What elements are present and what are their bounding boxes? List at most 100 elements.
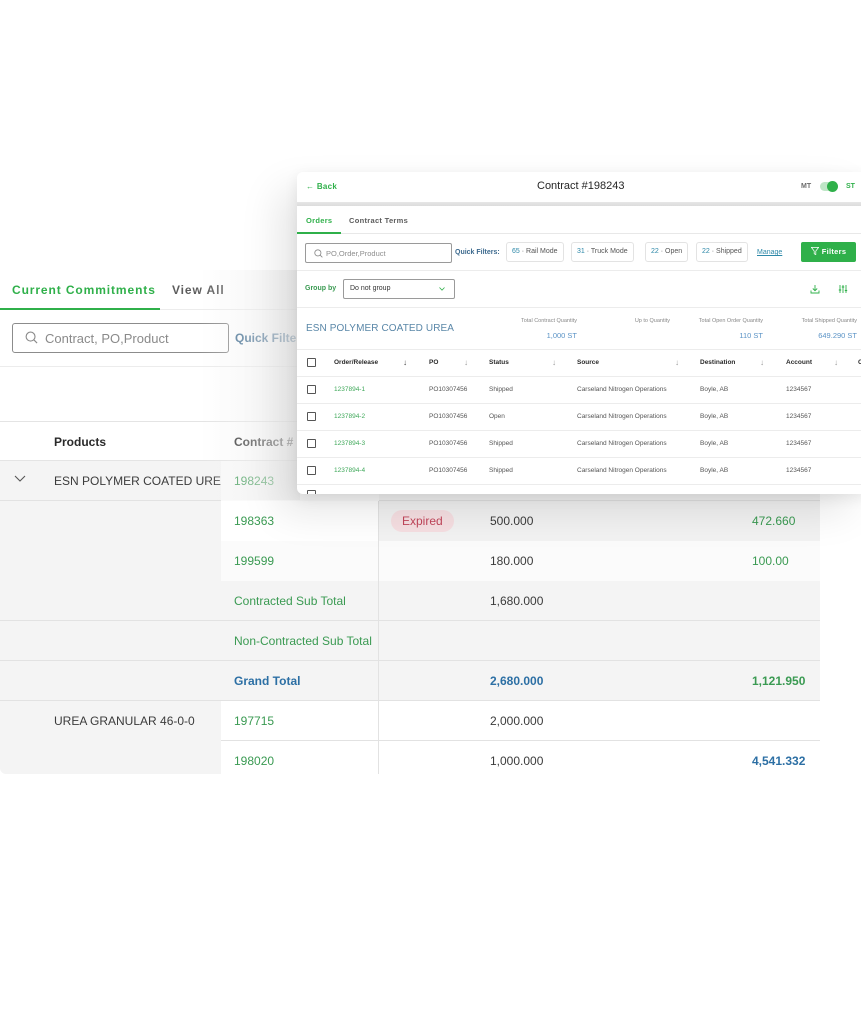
contract-link[interactable]: 198363: [234, 514, 274, 528]
contract-link[interactable]: 198243: [234, 474, 274, 488]
stat-label: Total Contract Quantity: [521, 318, 577, 324]
chevron-down-icon: [439, 287, 445, 291]
status-value: Shipped: [489, 467, 513, 474]
quick-filter-shipped[interactable]: 22 · Shipped: [696, 242, 748, 262]
destination-value: Boyle, AB: [700, 440, 729, 447]
status-badge-expired: Expired: [391, 510, 454, 532]
filters-button[interactable]: Filters: [801, 242, 856, 262]
quick-filter-truck-mode[interactable]: 31 · Truck Mode: [571, 242, 634, 262]
sort-arrow-icon[interactable]: ↓: [552, 358, 556, 367]
grand-total-quantity: 2,680.000: [490, 674, 544, 688]
header-products[interactable]: Products: [54, 435, 106, 449]
group-by-value: Do not group: [350, 285, 391, 292]
grand-total-row: Grand Total 2,680.000 1,121.950: [0, 661, 820, 701]
filter-icon: [810, 247, 820, 256]
source-value: Carseland Nitrogen Operations: [577, 440, 667, 447]
column-header-account[interactable]: Account: [786, 359, 812, 366]
search-icon: [25, 331, 38, 344]
unit-toggle[interactable]: [820, 181, 838, 192]
column-header-order[interactable]: Order/Release: [334, 359, 378, 366]
quantity-value: 500.000: [490, 514, 534, 528]
table-row: 198363 Expired 500.000 472.660: [0, 501, 820, 541]
active-tab-indicator: [297, 232, 341, 234]
order-link[interactable]: 1237894-3: [334, 440, 365, 447]
row-checkbox[interactable]: [307, 385, 316, 394]
tab-view-all[interactable]: View All: [172, 283, 225, 297]
row-checkbox[interactable]: [307, 439, 316, 448]
table-row: UREA GRANULAR 46-0-0 197715 2,000.000: [0, 701, 820, 741]
sort-arrow-icon[interactable]: ↓: [675, 358, 679, 367]
shipped-value: 100.00: [752, 554, 789, 568]
status-value: Open: [489, 413, 505, 420]
contracted-subtotal-label: Contracted Sub Total: [234, 594, 346, 608]
subtotal-row: Non-Contracted Sub Total: [0, 621, 820, 661]
product-name: ESN POLYMER COATED UREA: [306, 323, 455, 334]
product-name: UREA GRANULAR 46-0-0: [54, 714, 195, 728]
divider: [297, 457, 861, 458]
account-value: 1234567: [786, 413, 812, 420]
order-link[interactable]: 1237894-2: [334, 413, 365, 420]
commitments-search[interactable]: [12, 323, 229, 353]
back-button[interactable]: ← Back: [306, 182, 337, 191]
order-link[interactable]: 1237894-1: [334, 386, 365, 393]
po-value: PO10307456: [429, 467, 468, 474]
status-value: Shipped: [489, 386, 513, 393]
status-value: Shipped: [489, 440, 513, 447]
contract-detail-card: ← Back Contract #198243 MT ST Orders Con…: [297, 172, 861, 494]
account-value: 1234567: [786, 467, 812, 474]
order-link[interactable]: 1237894-4: [334, 467, 365, 474]
source-value: Carseland Nitrogen Operations: [577, 413, 667, 420]
destination-value: Boyle, AB: [700, 467, 729, 474]
sort-arrow-icon[interactable]: ↓: [834, 358, 838, 367]
orders-search-input[interactable]: [326, 247, 446, 259]
group-by-select[interactable]: Do not group: [343, 279, 455, 299]
row-checkbox[interactable]: [307, 466, 316, 475]
tab-contract-terms[interactable]: Contract Terms: [349, 216, 408, 225]
source-value: Carseland Nitrogen Operations: [577, 467, 667, 474]
destination-value: Boyle, AB: [700, 413, 729, 420]
row-checkbox[interactable]: [307, 490, 316, 494]
quick-filter-open[interactable]: 22 · Open: [645, 242, 689, 262]
header-contract[interactable]: Contract #: [234, 435, 293, 449]
quick-filter-rail-mode[interactable]: 65 · Rail Mode: [506, 242, 564, 262]
contract-link[interactable]: 198020: [234, 754, 274, 768]
column-header-status[interactable]: Status: [489, 359, 509, 366]
select-all-checkbox[interactable]: [307, 358, 316, 367]
destination-value: Boyle, AB: [700, 386, 729, 393]
orders-search[interactable]: [305, 243, 452, 263]
row-checkbox[interactable]: [307, 412, 316, 421]
contract-link[interactable]: 197715: [234, 714, 274, 728]
table-row: 199599 180.000 100.00: [0, 541, 820, 581]
product-name: ESN POLYMER COATED UREA: [54, 474, 229, 488]
contract-link[interactable]: 199599: [234, 554, 274, 568]
sort-arrow-icon[interactable]: ↓: [464, 358, 468, 367]
tab-orders[interactable]: Orders: [306, 216, 332, 225]
divider: [297, 484, 861, 485]
sort-arrow-icon[interactable]: ↓: [760, 358, 764, 367]
contract-header: ← Back Contract #198243 MT ST: [297, 172, 861, 202]
table-row: 198020 1,000.000 4,541.332: [0, 741, 820, 774]
download-icon[interactable]: [810, 284, 820, 294]
commitments-search-input[interactable]: [45, 328, 225, 348]
column-header-destination[interactable]: Destination: [700, 359, 735, 366]
column-header-source[interactable]: Source: [577, 359, 599, 366]
stat-label: Total Open Order Quantity: [698, 318, 763, 324]
stat-value: 649.290 ST: [818, 331, 857, 340]
po-value: PO10307456: [429, 386, 468, 393]
manage-link[interactable]: Manage: [757, 249, 782, 256]
sort-arrow-icon[interactable]: ↓: [403, 358, 407, 367]
grand-total-shipped: 1,121.950: [752, 674, 806, 688]
tab-current-commitments[interactable]: Current Commitments: [12, 283, 156, 297]
column-settings-icon[interactable]: [838, 284, 848, 294]
quantity-value: 2,000.000: [490, 714, 544, 728]
shipped-value: 472.660: [752, 514, 796, 528]
divider: [297, 349, 861, 350]
po-value: PO10307456: [429, 440, 468, 447]
source-value: Carseland Nitrogen Operations: [577, 386, 667, 393]
subtotal-row: Contracted Sub Total 1,680.000: [0, 581, 820, 621]
po-value: PO10307456: [429, 413, 468, 420]
quantity-value: 180.000: [490, 554, 534, 568]
chevron-down-icon[interactable]: [14, 475, 26, 483]
divider: [297, 403, 861, 404]
column-header-po[interactable]: PO: [429, 359, 438, 366]
